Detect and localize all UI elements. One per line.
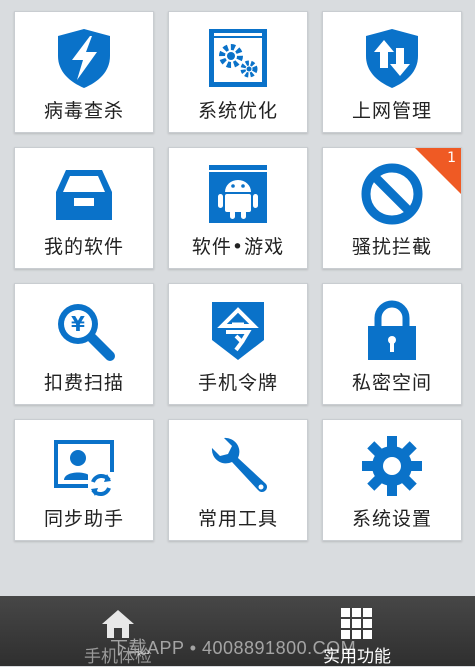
lock-icon [360, 298, 424, 362]
bottom-nav: 手机体检 实用功能 下载APP • 4008891800.COM [0, 596, 475, 667]
tile-label: 上网管理 [351, 100, 432, 122]
contact-sync-icon [52, 434, 116, 498]
tile-label: 病毒查杀 [43, 100, 124, 122]
gears-icon [206, 26, 270, 90]
badge-count: 1 [447, 150, 456, 166]
tile-label: 私密空间 [351, 372, 432, 394]
tile-label: 骚扰拦截 [351, 236, 432, 258]
tile-fee-scan[interactable]: ¥ 扣费扫描 [14, 283, 154, 405]
tile-private-space[interactable]: 私密空间 [322, 283, 462, 405]
tile-phone-token[interactable]: 手机令牌 [168, 283, 308, 405]
shield-arrows-icon [360, 26, 424, 90]
tile-virus-scan[interactable]: 病毒查杀 [14, 11, 154, 133]
shield-bolt-icon [52, 26, 116, 90]
tile-label: 扣费扫描 [43, 372, 124, 394]
tile-harassment-block[interactable]: 1 骚扰拦截 [322, 147, 462, 269]
android-icon [206, 162, 270, 226]
watermark: 下载APP • 4008891800.COM [110, 638, 357, 658]
inbox-tray-icon [52, 162, 116, 226]
gear-icon [360, 434, 424, 498]
wrench-icon [206, 434, 270, 498]
tile-label: 手机令牌 [197, 372, 278, 394]
token-shield-icon [206, 298, 270, 362]
tile-label: 软件•游戏 [191, 236, 285, 258]
yen-search-icon: ¥ [52, 298, 116, 362]
tile-common-tools[interactable]: 常用工具 [168, 419, 308, 541]
tile-label: 系统设置 [351, 508, 432, 530]
tile-system-optimize[interactable]: 系统优化 [168, 11, 308, 133]
tile-sync-assistant[interactable]: 同步助手 [14, 419, 154, 541]
tile-system-settings[interactable]: 系统设置 [322, 419, 462, 541]
tile-label: 同步助手 [43, 508, 124, 530]
tile-network-manage[interactable]: 上网管理 [322, 11, 462, 133]
tile-label: 系统优化 [197, 100, 278, 122]
tile-label: 我的软件 [43, 236, 124, 258]
tile-software-games[interactable]: 软件•游戏 [168, 147, 308, 269]
tile-label: 常用工具 [197, 508, 278, 530]
svg-text:¥: ¥ [71, 312, 85, 336]
tile-my-software[interactable]: 我的软件 [14, 147, 154, 269]
